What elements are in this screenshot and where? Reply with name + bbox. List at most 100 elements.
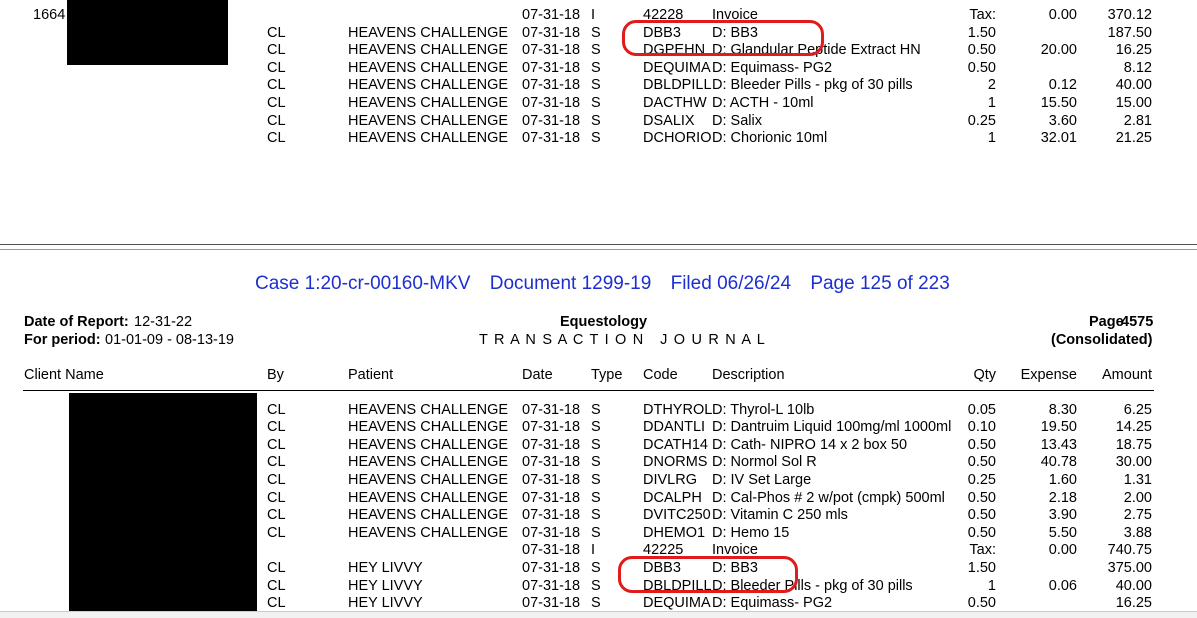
cell-qty: Tax:	[969, 7, 996, 23]
cell-amount: 2.75	[1123, 507, 1152, 524]
col-description: Description	[712, 367, 785, 383]
cell-by: CL	[267, 59, 286, 76]
cell-patient: HEAVENS CHALLENGE	[348, 454, 509, 471]
cell-patient: HEAVENS CHALLENGE	[348, 59, 509, 76]
cell-qty: 0.50	[967, 59, 996, 76]
cell-type: I	[591, 542, 596, 559]
cell-type: S	[591, 559, 601, 576]
cell-qty: 0.25	[967, 112, 996, 129]
cell-patient: HEAVENS CHALLENGE	[348, 507, 509, 524]
cell-expense: 3.90	[1048, 507, 1077, 524]
cell-qty: 0.50	[967, 436, 996, 453]
filed-date: Filed 06/26/24	[670, 273, 792, 294]
cell-by: CL	[267, 454, 286, 471]
highlight-ellipse-top	[622, 20, 824, 56]
cell-expense: 2.18	[1048, 489, 1077, 506]
cell-type: S	[591, 130, 601, 147]
cell-amount: 8.12	[1123, 59, 1152, 76]
cell-amount: 40.00	[1115, 77, 1152, 94]
cell-type: S	[591, 42, 601, 59]
cell-type: S	[591, 577, 601, 594]
cell-by: CL	[267, 77, 286, 94]
cell-date: 07-31-18	[522, 7, 581, 23]
cell-code: DTHYROL	[643, 401, 713, 418]
cell-desc: D: Salix	[712, 112, 762, 129]
cell-qty: 0.10	[967, 419, 996, 436]
client-id: 1664	[33, 7, 66, 23]
cell-desc: D: Thyrol-L 10lb	[712, 401, 815, 418]
cell-type: S	[591, 524, 601, 541]
col-date: Date	[522, 367, 553, 383]
cell-date: 07-31-18	[522, 42, 581, 59]
cell-type: S	[591, 489, 601, 506]
cell-by: CL	[267, 436, 286, 453]
consolidated-label: (Consolidated)	[1051, 332, 1153, 348]
cell-amount: 187.50	[1107, 24, 1152, 41]
cell-date: 07-31-18	[522, 95, 581, 111]
col-type: Type	[591, 367, 623, 383]
col-amount: Amount	[1102, 367, 1152, 383]
cell-by: CL	[267, 507, 286, 524]
cell-qty: Tax:	[969, 542, 996, 559]
cell-desc: D: Bleeder Pills - pkg of 30 pills	[712, 77, 913, 94]
cell-amount: 30.00	[1115, 454, 1152, 471]
col-by: By	[267, 367, 284, 383]
cell-amount: 2.81	[1123, 112, 1152, 129]
cell-patient: HEY LIVVY	[348, 559, 423, 576]
cell-amount: 740.75	[1107, 542, 1152, 559]
cell-expense: 0.00	[1048, 7, 1077, 23]
cell-date: 07-31-18	[522, 436, 581, 453]
col-qty: Qty	[973, 367, 996, 383]
cell-type: S	[591, 507, 601, 524]
cell-code: DHEMO1	[643, 524, 706, 541]
cell-patient: HEAVENS CHALLENGE	[348, 524, 509, 541]
cell-patient: HEAVENS CHALLENGE	[348, 77, 509, 94]
col-expense: Expense	[1020, 367, 1077, 383]
cell-desc: D: Dantruim Liquid 100mg/ml 1000ml	[712, 419, 952, 436]
cell-code: DCATH14	[643, 436, 708, 453]
page-separator	[0, 244, 1197, 245]
cell-desc: D: Vitamin C 250 mls	[712, 507, 848, 524]
company-name: Equestology	[560, 314, 648, 330]
cell-type: S	[591, 59, 601, 76]
cell-by: CL	[267, 42, 286, 59]
page-number: 4575	[1121, 314, 1154, 330]
cell-by: CL	[267, 471, 286, 488]
cell-patient: HEAVENS CHALLENGE	[348, 489, 509, 506]
cell-qty: 0.50	[967, 42, 996, 59]
cell-by: CL	[267, 419, 286, 436]
cell-desc: D: Cal-Phos # 2 w/pot (cmpk) 500ml	[712, 489, 945, 506]
cell-type: S	[591, 24, 601, 41]
cell-by: CL	[267, 577, 286, 594]
cell-desc: D: Cath- NIPRO 14 x 2 box 50	[712, 436, 908, 453]
cell-expense: 19.50	[1040, 419, 1077, 436]
cell-desc: D: Equimass- PG2	[712, 59, 833, 76]
cell-expense: 5.50	[1048, 524, 1077, 541]
cell-code: DBLDPILL	[643, 77, 712, 94]
cell-date: 07-31-18	[522, 524, 581, 541]
redaction-block-bottom	[69, 393, 257, 617]
cell-amount: 6.25	[1123, 401, 1152, 418]
cell-by: CL	[267, 559, 286, 576]
cell-by: CL	[267, 95, 286, 111]
cell-qty: 0.50	[967, 454, 996, 471]
cell-patient: HEY LIVVY	[348, 577, 423, 594]
cell-amount: 40.00	[1115, 577, 1152, 594]
date-of-report-label: Date of Report:	[24, 314, 129, 330]
period-value: 01-01-09 - 08-13-19	[105, 332, 234, 348]
journal-title: T R A N S A C T I O N J O U R N A L	[479, 332, 766, 348]
col-code: Code	[643, 367, 678, 383]
cell-type: S	[591, 95, 601, 111]
cell-date: 07-31-18	[522, 577, 581, 594]
cell-date: 07-31-18	[522, 559, 581, 576]
cell-by: CL	[267, 401, 286, 418]
cell-code: DACTHW	[643, 95, 707, 111]
case-page: Page 125 of 223	[810, 273, 950, 294]
cell-by: CL	[267, 489, 286, 506]
cell-amount: 375.00	[1107, 559, 1152, 576]
cell-expense: 40.78	[1040, 454, 1077, 471]
cell-patient: HEAVENS CHALLENGE	[348, 471, 509, 488]
cell-type: S	[591, 454, 601, 471]
cell-date: 07-31-18	[522, 454, 581, 471]
cell-expense: 0.12	[1048, 77, 1077, 94]
